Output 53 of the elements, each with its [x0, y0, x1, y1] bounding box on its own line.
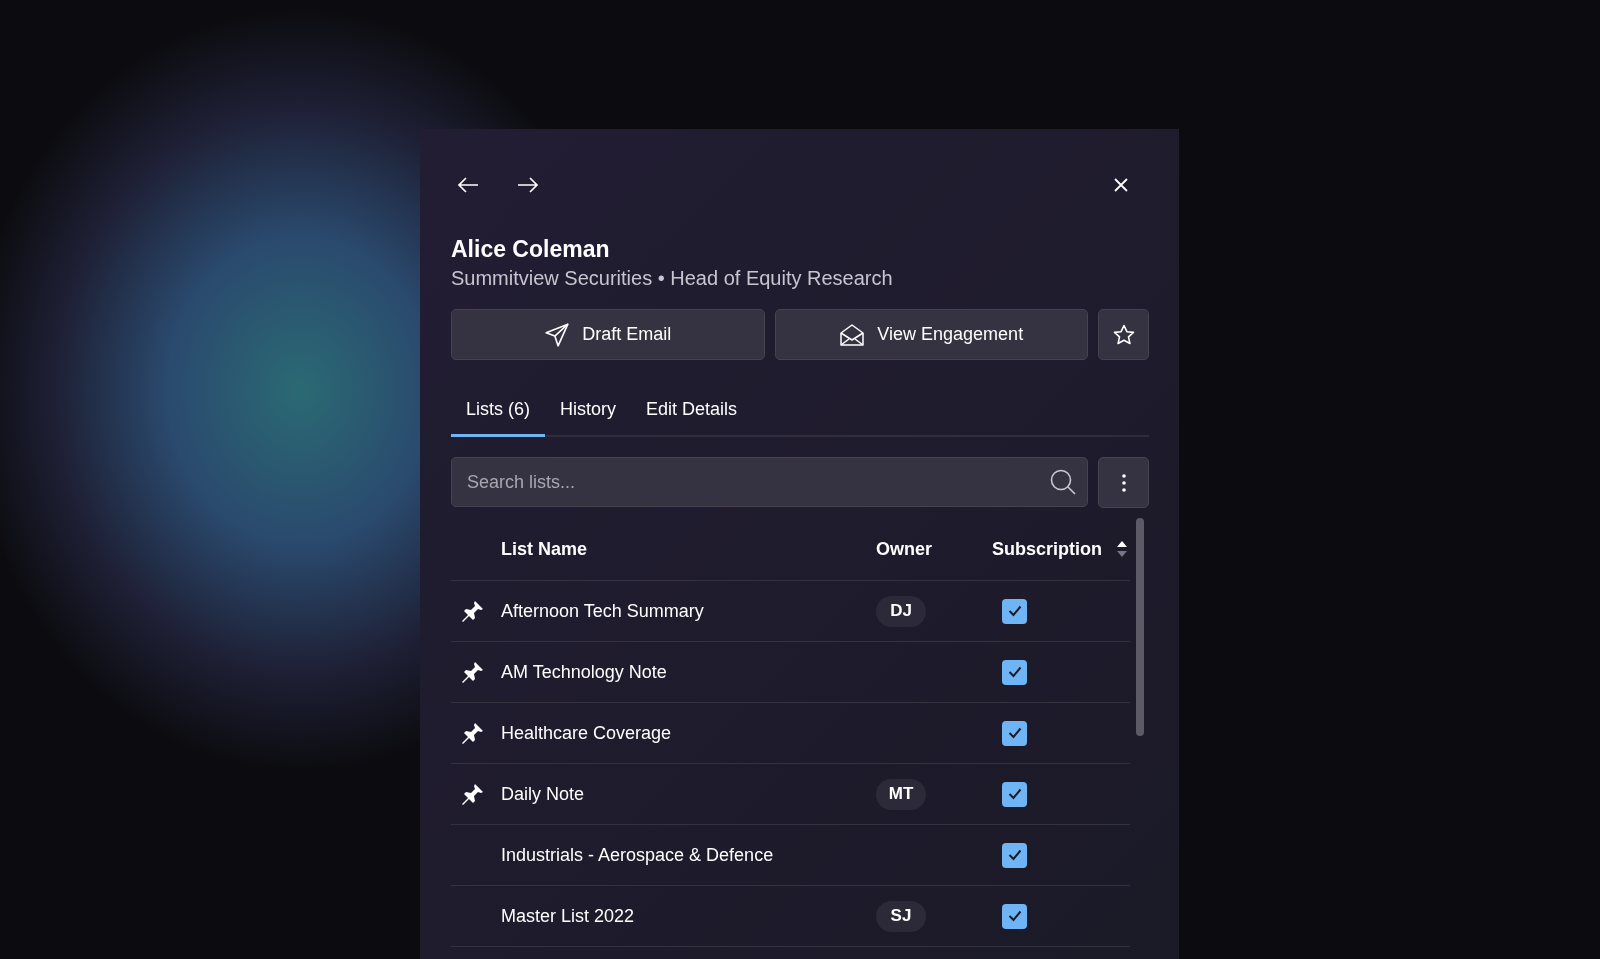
column-header[interactable]: Subscription: [992, 538, 1102, 560]
subscription-checkbox[interactable]: [1002, 781, 1027, 807]
kebab-menu-icon: [1121, 473, 1126, 492]
paper-plane-icon: [544, 321, 571, 348]
subscription-checkbox[interactable]: [1002, 903, 1027, 929]
pin-icon[interactable]: [461, 660, 485, 684]
list-row[interactable]: Master List 2022 SJ: [451, 886, 1130, 947]
owner-badge: MT: [876, 778, 926, 810]
list-row[interactable]: Industrials - Aerospace & Defence: [451, 825, 1130, 886]
draft-email-button[interactable]: Draft Email: [451, 309, 765, 360]
open-envelope-icon: [839, 322, 866, 347]
list-row[interactable]: Healthcare Coverage: [451, 703, 1130, 764]
list-name: AM Technology Note: [501, 661, 668, 683]
subscription-checkbox[interactable]: [1002, 842, 1027, 868]
subscription-checkbox[interactable]: [1002, 659, 1027, 685]
search-field[interactable]: Search lists...: [451, 457, 1088, 507]
forward-arrow-icon[interactable]: [517, 176, 539, 194]
list-name: Industrials - Aerospace & Defence: [501, 844, 775, 866]
checkmark-icon: [1007, 666, 1022, 678]
close-icon[interactable]: [1113, 177, 1129, 193]
pin-icon[interactable]: [461, 782, 485, 806]
list-name: Healthcare Coverage: [501, 722, 673, 744]
contact-subtitle: Summitview Securities • Head of Equity Research: [451, 267, 894, 290]
column-header[interactable]: Owner: [876, 538, 932, 560]
pin-icon[interactable]: [461, 721, 485, 745]
list-name: Afternoon Tech Summary: [501, 600, 705, 622]
list-row[interactable]: Daily Note MT: [451, 764, 1130, 825]
owner-badge: SJ: [876, 900, 926, 932]
scrollbar-thumb[interactable]: [1136, 518, 1144, 736]
list-row[interactable]: Afternoon Tech Summary DJ: [451, 581, 1130, 642]
view-engagement-button[interactable]: View Engagement: [774, 309, 1088, 360]
tab[interactable]: History: [545, 389, 632, 437]
checkmark-icon: [1007, 788, 1022, 800]
subscription-checkbox[interactable]: [1002, 720, 1027, 746]
owner-badge: DJ: [876, 595, 926, 627]
tab[interactable]: Edit Details: [631, 389, 753, 437]
tab[interactable]: Lists (6): [451, 389, 545, 437]
search-icon: [1050, 469, 1076, 495]
subscription-checkbox[interactable]: [1002, 598, 1027, 624]
star-icon: [1111, 322, 1136, 347]
list-name: Master List 2022: [501, 905, 636, 927]
contact-name: Alice Coleman: [451, 236, 611, 263]
checkmark-icon: [1007, 849, 1022, 861]
favorite-button[interactable]: [1098, 309, 1149, 360]
checkmark-icon: [1007, 605, 1022, 617]
checkmark-icon: [1007, 910, 1022, 922]
pin-icon[interactable]: [461, 599, 485, 623]
checkmark-icon: [1007, 727, 1022, 739]
back-arrow-icon[interactable]: [457, 176, 479, 194]
list-name: Daily Note: [501, 783, 586, 805]
sort-icon[interactable]: [1116, 539, 1128, 559]
column-header[interactable]: List Name: [501, 538, 588, 560]
list-row[interactable]: AM Technology Note: [451, 642, 1130, 703]
